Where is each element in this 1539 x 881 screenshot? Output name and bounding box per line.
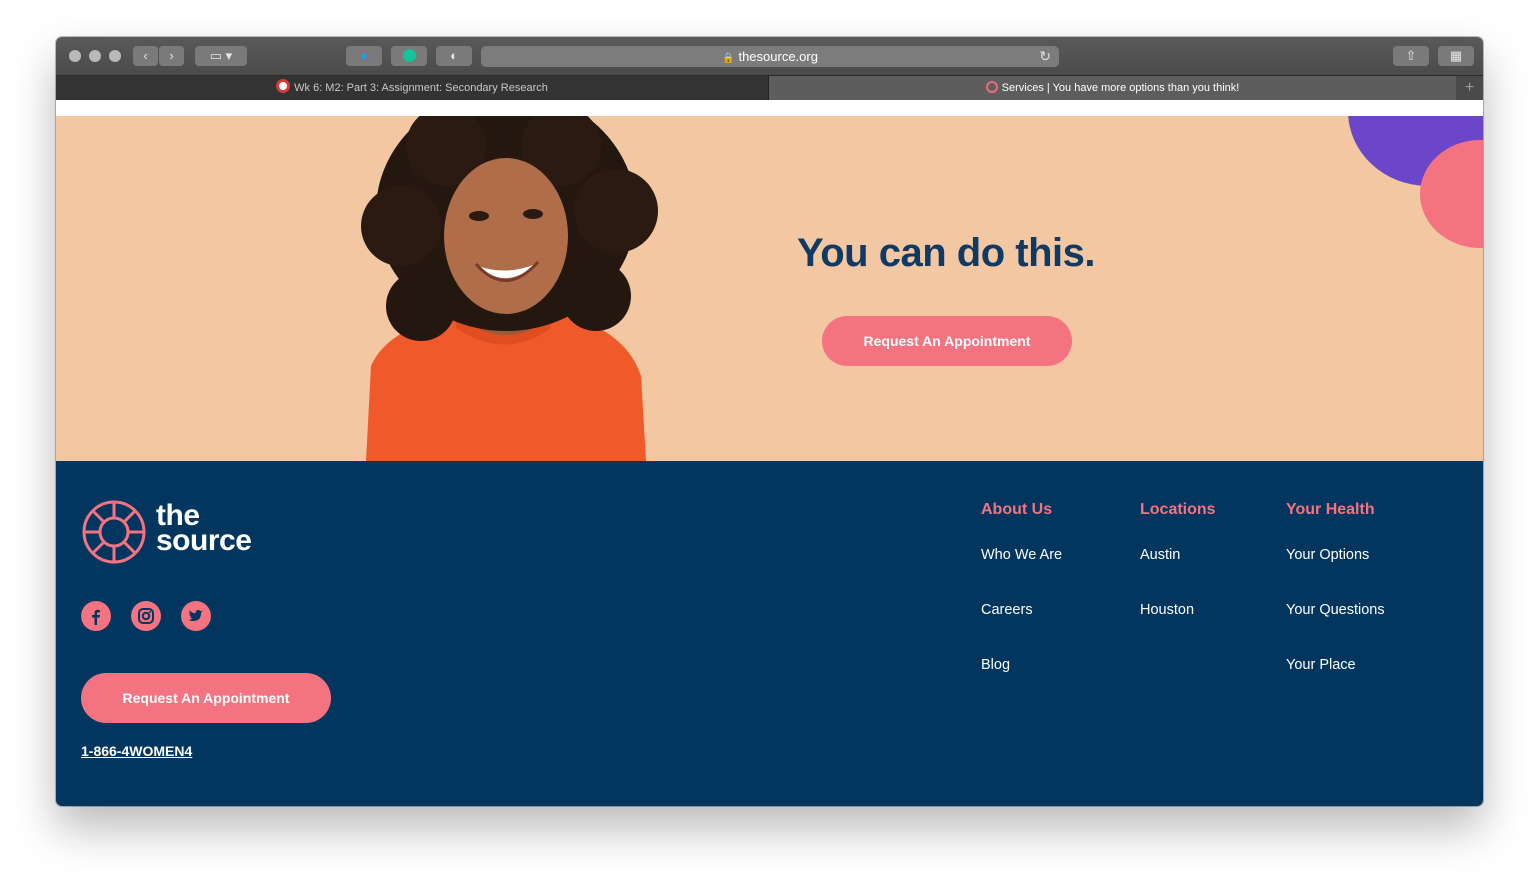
footer-link-your-questions[interactable]: Your Questions xyxy=(1286,602,1385,630)
web-page: You can do this. Request An Appointment … xyxy=(56,100,1483,806)
tab-services[interactable]: Services | You have more options than yo… xyxy=(769,76,1456,100)
browser-window: ‹ › ▭ ▾ ♦ ◐ 🔒 thesource.org ↻ ⇧ ▦ Wk 6: M… xyxy=(56,37,1483,806)
logo-wordmark[interactable]: the source xyxy=(156,501,252,557)
extension-button-1[interactable]: ♦ xyxy=(346,46,382,66)
footer-column-your-health: Your Health Your Options Your Questions … xyxy=(1286,501,1385,685)
twitter-link[interactable] xyxy=(181,601,211,631)
footer-link-who-we-are[interactable]: Who We Are xyxy=(981,547,1062,575)
tab-bar: Wk 6: M2: Part 3: Assignment: Secondary … xyxy=(56,75,1483,100)
tab-assignment[interactable]: Wk 6: M2: Part 3: Assignment: Secondary … xyxy=(56,76,769,100)
close-window-button[interactable] xyxy=(69,50,81,62)
tab-label: Services | You have more options than yo… xyxy=(1001,82,1240,94)
column-heading: About Us xyxy=(981,501,1053,518)
footer-link-careers[interactable]: Careers xyxy=(981,602,1062,630)
column-heading: Locations xyxy=(1140,501,1216,518)
column-heading: Your Health xyxy=(1286,501,1375,518)
grammarly-extension-button[interactable] xyxy=(391,46,427,66)
url-text: thesource.org xyxy=(738,49,818,64)
footer-column-locations: Locations Austin Houston xyxy=(1140,501,1216,630)
share-icon: ⇧ xyxy=(1405,48,1417,63)
footer-link-austin[interactable]: Austin xyxy=(1140,547,1216,575)
minimize-window-button[interactable] xyxy=(89,50,101,62)
instagram-link[interactable] xyxy=(131,601,161,631)
shield-icon: ◐ xyxy=(450,48,458,63)
share-button[interactable]: ⇧ xyxy=(1393,46,1429,66)
zoom-window-button[interactable] xyxy=(109,50,121,62)
footer-link-your-options[interactable]: Your Options xyxy=(1286,547,1385,575)
grid-icon: ▦ xyxy=(1449,48,1463,63)
instagram-icon xyxy=(138,608,154,624)
sidebar-icon: ▭ ▾ xyxy=(209,48,233,63)
person-icon: ♦ xyxy=(360,48,368,63)
sidebar-toggle-button[interactable]: ▭ ▾ xyxy=(195,46,247,66)
address-bar[interactable]: 🔒 thesource.org ↻ xyxy=(481,46,1059,67)
tab-overview-button[interactable]: ▦ xyxy=(1438,46,1474,66)
twitter-icon xyxy=(188,610,203,621)
footer-link-blog[interactable]: Blog xyxy=(981,657,1062,685)
new-tab-button[interactable]: + xyxy=(1456,76,1483,100)
hero-section: You can do this. Request An Appointment xyxy=(56,116,1483,461)
facebook-icon xyxy=(92,609,100,625)
footer-column-about: About Us Who We Are Careers Blog xyxy=(981,501,1062,685)
logo-line-source: source xyxy=(156,524,252,557)
browser-toolbar: ‹ › ▭ ▾ ♦ ◐ 🔒 thesource.org ↻ ⇧ ▦ xyxy=(56,37,1483,75)
lock-icon: 🔒 xyxy=(722,53,735,64)
smiling-woman-photo xyxy=(361,116,658,461)
privacy-extension-button[interactable]: ◐ xyxy=(436,46,472,66)
phone-link[interactable]: 1-866-4WOMEN4 xyxy=(81,743,192,759)
forward-button[interactable]: › xyxy=(159,46,184,66)
footer-link-houston[interactable]: Houston xyxy=(1140,602,1216,630)
footer-link-your-place[interactable]: Your Place xyxy=(1286,657,1385,685)
site-footer: the source Request An Appointment 1-866-… xyxy=(56,461,1483,806)
canvas-favicon-icon xyxy=(276,79,291,93)
the-source-logo-icon[interactable] xyxy=(81,499,147,565)
facebook-link[interactable] xyxy=(81,601,111,631)
request-appointment-button[interactable]: Request An Appointment xyxy=(822,316,1072,366)
hero-title: You can do this. xyxy=(797,231,1095,275)
source-favicon-icon xyxy=(985,81,998,93)
tab-label: Wk 6: M2: Part 3: Assignment: Secondary … xyxy=(294,82,548,94)
footer-request-appointment-button[interactable]: Request An Appointment xyxy=(81,673,331,723)
reload-icon[interactable]: ↻ xyxy=(1039,46,1051,67)
back-button[interactable]: ‹ xyxy=(133,46,158,66)
grammarly-icon xyxy=(402,49,416,62)
